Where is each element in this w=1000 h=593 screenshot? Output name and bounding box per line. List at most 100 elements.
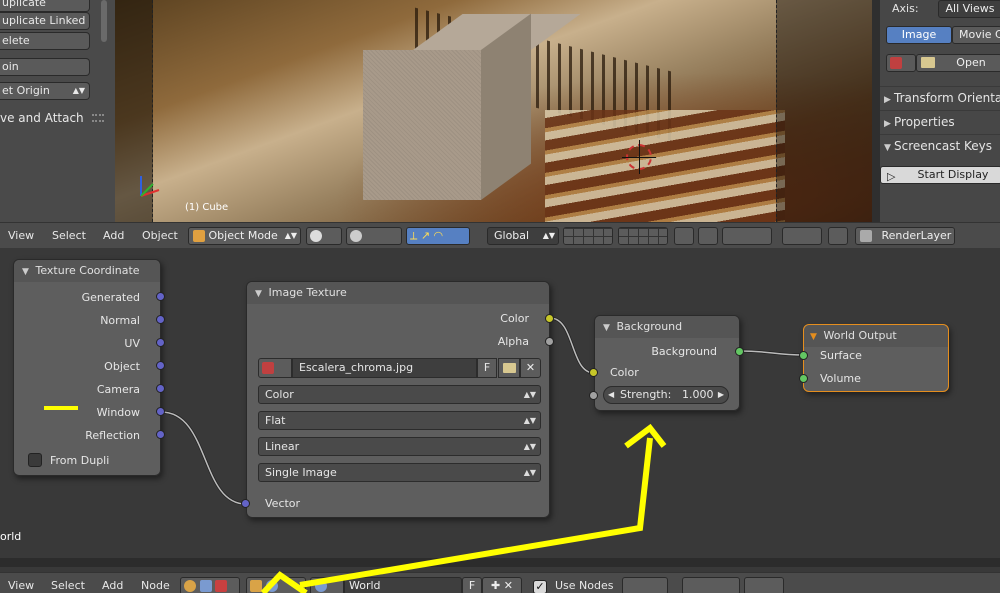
background-node[interactable]: ▼ Background Background Color ◀ Strength… xyxy=(594,315,740,411)
from-dupli-checkbox[interactable] xyxy=(28,453,42,467)
image-name-field[interactable]: Escalera_chroma.jpg xyxy=(292,358,477,378)
menu-add[interactable]: Add xyxy=(102,573,123,593)
node-header[interactable]: ▼ Background xyxy=(595,316,739,338)
world-output-node[interactable]: ▼ World Output Surface Volume xyxy=(803,324,949,392)
color-space-dropdown[interactable]: Color ▲▼ xyxy=(258,385,541,404)
output-reflection: Reflection xyxy=(85,429,140,442)
socket-camera[interactable] xyxy=(156,384,165,393)
new-unlink-buttons[interactable]: ✚ ✕ xyxy=(482,577,522,593)
collapse-triangle-icon[interactable]: ▼ xyxy=(255,283,265,305)
shader-type-buttons[interactable] xyxy=(180,577,240,593)
pivot-point-dropdown[interactable] xyxy=(346,227,402,245)
proportional-edit-button[interactable] xyxy=(698,227,718,245)
shader-source-buttons[interactable] xyxy=(246,577,306,593)
socket-uv[interactable] xyxy=(156,338,165,347)
layers-grid-a[interactable] xyxy=(563,227,613,245)
backdrop-buttons[interactable] xyxy=(622,577,668,593)
set-origin-dropdown[interactable]: et Origin ▲▼ xyxy=(0,82,90,100)
snap-dropdown[interactable] xyxy=(722,227,772,245)
menu-add[interactable]: Add xyxy=(103,223,124,249)
socket-normal[interactable] xyxy=(156,315,165,324)
section-screencast-keys[interactable]: ▼ Screencast Keys xyxy=(880,134,1000,156)
open-image-button[interactable] xyxy=(498,358,520,378)
unlink-image-button[interactable]: ✕ xyxy=(520,358,541,378)
socket-vector-in[interactable] xyxy=(241,499,250,508)
open-button[interactable]: Open xyxy=(916,54,1000,72)
duplicate-linked-button[interactable]: uplicate Linked xyxy=(0,12,90,30)
join-button[interactable]: oin xyxy=(0,58,90,76)
section-transform-orientations[interactable]: ▶ Transform Orientat xyxy=(880,86,1000,108)
node-header[interactable]: ▼ World Output xyxy=(804,325,948,347)
area-divider[interactable] xyxy=(0,558,1000,567)
projection-dropdown[interactable]: Flat ▲▼ xyxy=(258,411,541,430)
use-nodes-checkbox[interactable]: ✓ xyxy=(533,580,547,593)
world-browse-button[interactable] xyxy=(310,577,344,593)
socket-alpha-out[interactable] xyxy=(545,337,554,346)
node-header[interactable]: ▼ Image Texture xyxy=(247,282,549,304)
start-display-button[interactable]: ▷ Start Display xyxy=(880,166,1000,184)
socket-color-in[interactable] xyxy=(589,368,598,377)
collapse-triangle-icon[interactable]: ▼ xyxy=(22,261,32,283)
interpolation-dropdown[interactable]: Linear ▲▼ xyxy=(258,437,541,456)
image-browse-button[interactable] xyxy=(886,54,916,72)
folder-icon xyxy=(503,363,516,373)
menu-node[interactable]: Node xyxy=(141,573,170,593)
delete-button[interactable]: elete xyxy=(0,32,90,50)
socket-volume-in[interactable] xyxy=(799,374,808,383)
image-browse-button[interactable] xyxy=(258,358,292,378)
output-generated: Generated xyxy=(81,291,140,304)
manipulator-toggles[interactable]: ⟂ ↗ ◠ xyxy=(406,227,470,245)
socket-object[interactable] xyxy=(156,361,165,370)
chevron-left-icon[interactable]: ◀ xyxy=(608,387,614,403)
dropdown-label: Linear xyxy=(265,440,300,453)
render-layer-dropdown[interactable]: RenderLayer xyxy=(855,227,955,245)
copy-paste-buttons[interactable] xyxy=(744,577,784,593)
menu-select[interactable]: Select xyxy=(52,223,86,249)
3d-cursor-icon[interactable] xyxy=(622,140,656,174)
socket-color-out[interactable] xyxy=(545,314,554,323)
layer-cells[interactable] xyxy=(564,228,612,244)
menu-view[interactable]: View xyxy=(8,223,34,249)
lock-layers-button[interactable] xyxy=(674,227,694,245)
snap-buttons[interactable] xyxy=(682,577,740,593)
strength-field[interactable]: ◀ Strength: 1.000 ▶ xyxy=(603,386,729,404)
node-header[interactable]: ▼ Texture Coordinate xyxy=(14,260,160,282)
layer-cells[interactable] xyxy=(619,228,667,244)
socket-surface-in[interactable] xyxy=(799,351,808,360)
set-origin-label: et Origin xyxy=(2,84,50,97)
texture-coordinate-node[interactable]: ▼ Texture Coordinate Generated Normal UV… xyxy=(13,259,161,476)
cube-front-face[interactable] xyxy=(363,50,481,200)
socket-generated[interactable] xyxy=(156,292,165,301)
mode-dropdown[interactable]: Object Mode ▲▼ xyxy=(188,227,301,245)
drag-handle-icon[interactable] xyxy=(92,114,104,122)
menu-select[interactable]: Select xyxy=(51,573,85,593)
socket-window[interactable] xyxy=(156,407,165,416)
axis-dropdown[interactable]: All Views xyxy=(938,0,1000,18)
menu-view[interactable]: View xyxy=(8,573,34,593)
extension-dropdown[interactable]: Single Image ▲▼ xyxy=(258,463,541,482)
collapse-triangle-icon[interactable]: ▼ xyxy=(810,326,820,348)
tab-movie-clip[interactable]: Movie C xyxy=(952,26,1000,44)
orientation-dropdown[interactable]: Global ▲▼ xyxy=(487,227,559,245)
view3d-header: View Select Add Object Object Mode ▲▼ ⟂ … xyxy=(0,222,1000,248)
tool-scrollbar[interactable] xyxy=(101,0,107,42)
socket-background-out[interactable] xyxy=(735,347,744,356)
world-name-field[interactable]: World xyxy=(344,577,462,593)
menu-object[interactable]: Object xyxy=(142,223,178,249)
socket-reflection[interactable] xyxy=(156,430,165,439)
layers-grid-b[interactable] xyxy=(618,227,668,245)
collapse-triangle-icon[interactable]: ▼ xyxy=(603,317,613,339)
pause-button[interactable] xyxy=(828,227,848,245)
node-editor[interactable]: ▼ Texture Coordinate Generated Normal UV… xyxy=(0,248,1000,558)
tab-image[interactable]: Image xyxy=(886,26,952,44)
fake-user-button[interactable]: F xyxy=(477,358,497,378)
viewport-shading-dropdown[interactable] xyxy=(306,227,342,245)
render-opengl-buttons[interactable] xyxy=(782,227,822,245)
image-texture-node[interactable]: ▼ Image Texture Color Alpha Escalera_chr… xyxy=(246,281,550,518)
3d-viewport[interactable]: (1) Cube xyxy=(115,0,872,222)
chevron-right-icon[interactable]: ▶ xyxy=(718,387,724,403)
duplicate-button[interactable]: uplicate xyxy=(0,0,90,12)
fake-user-button[interactable]: F xyxy=(462,577,482,593)
section-properties[interactable]: ▶ Properties xyxy=(880,110,1000,132)
socket-strength-in[interactable] xyxy=(589,391,598,400)
